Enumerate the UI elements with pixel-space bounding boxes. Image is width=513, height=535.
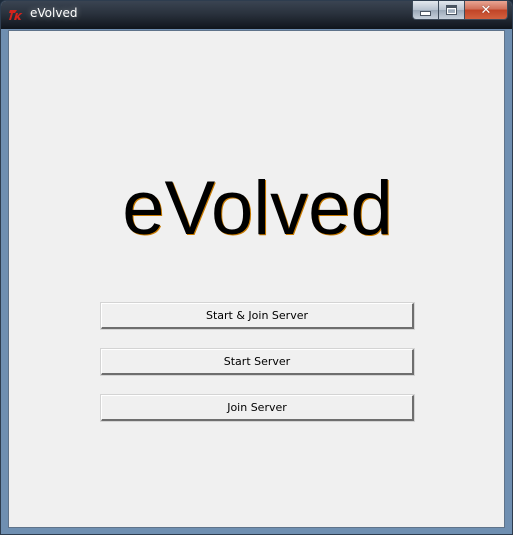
start-and-join-server-button[interactable]: Start & Join Server xyxy=(100,302,415,330)
close-icon: ✕ xyxy=(480,2,492,18)
window-controls: ✕ xyxy=(412,1,508,20)
minimize-icon xyxy=(420,10,431,16)
minimize-button[interactable] xyxy=(412,1,438,20)
window-title: eVolved xyxy=(30,6,78,20)
maximize-button[interactable] xyxy=(438,1,464,20)
title-bar[interactable]: eVolved ✕ xyxy=(1,1,512,29)
tk-feather-icon xyxy=(9,10,23,20)
app-window: eVolved ✕ eVolved Start & Join Server St… xyxy=(0,0,513,535)
app-title: eVolved xyxy=(122,166,393,251)
join-server-button[interactable]: Join Server xyxy=(100,394,415,422)
client-area: eVolved Start & Join Server Start Server… xyxy=(8,30,505,528)
close-button[interactable]: ✕ xyxy=(464,1,508,20)
start-server-button[interactable]: Start Server xyxy=(100,348,415,376)
maximize-icon xyxy=(446,5,457,15)
